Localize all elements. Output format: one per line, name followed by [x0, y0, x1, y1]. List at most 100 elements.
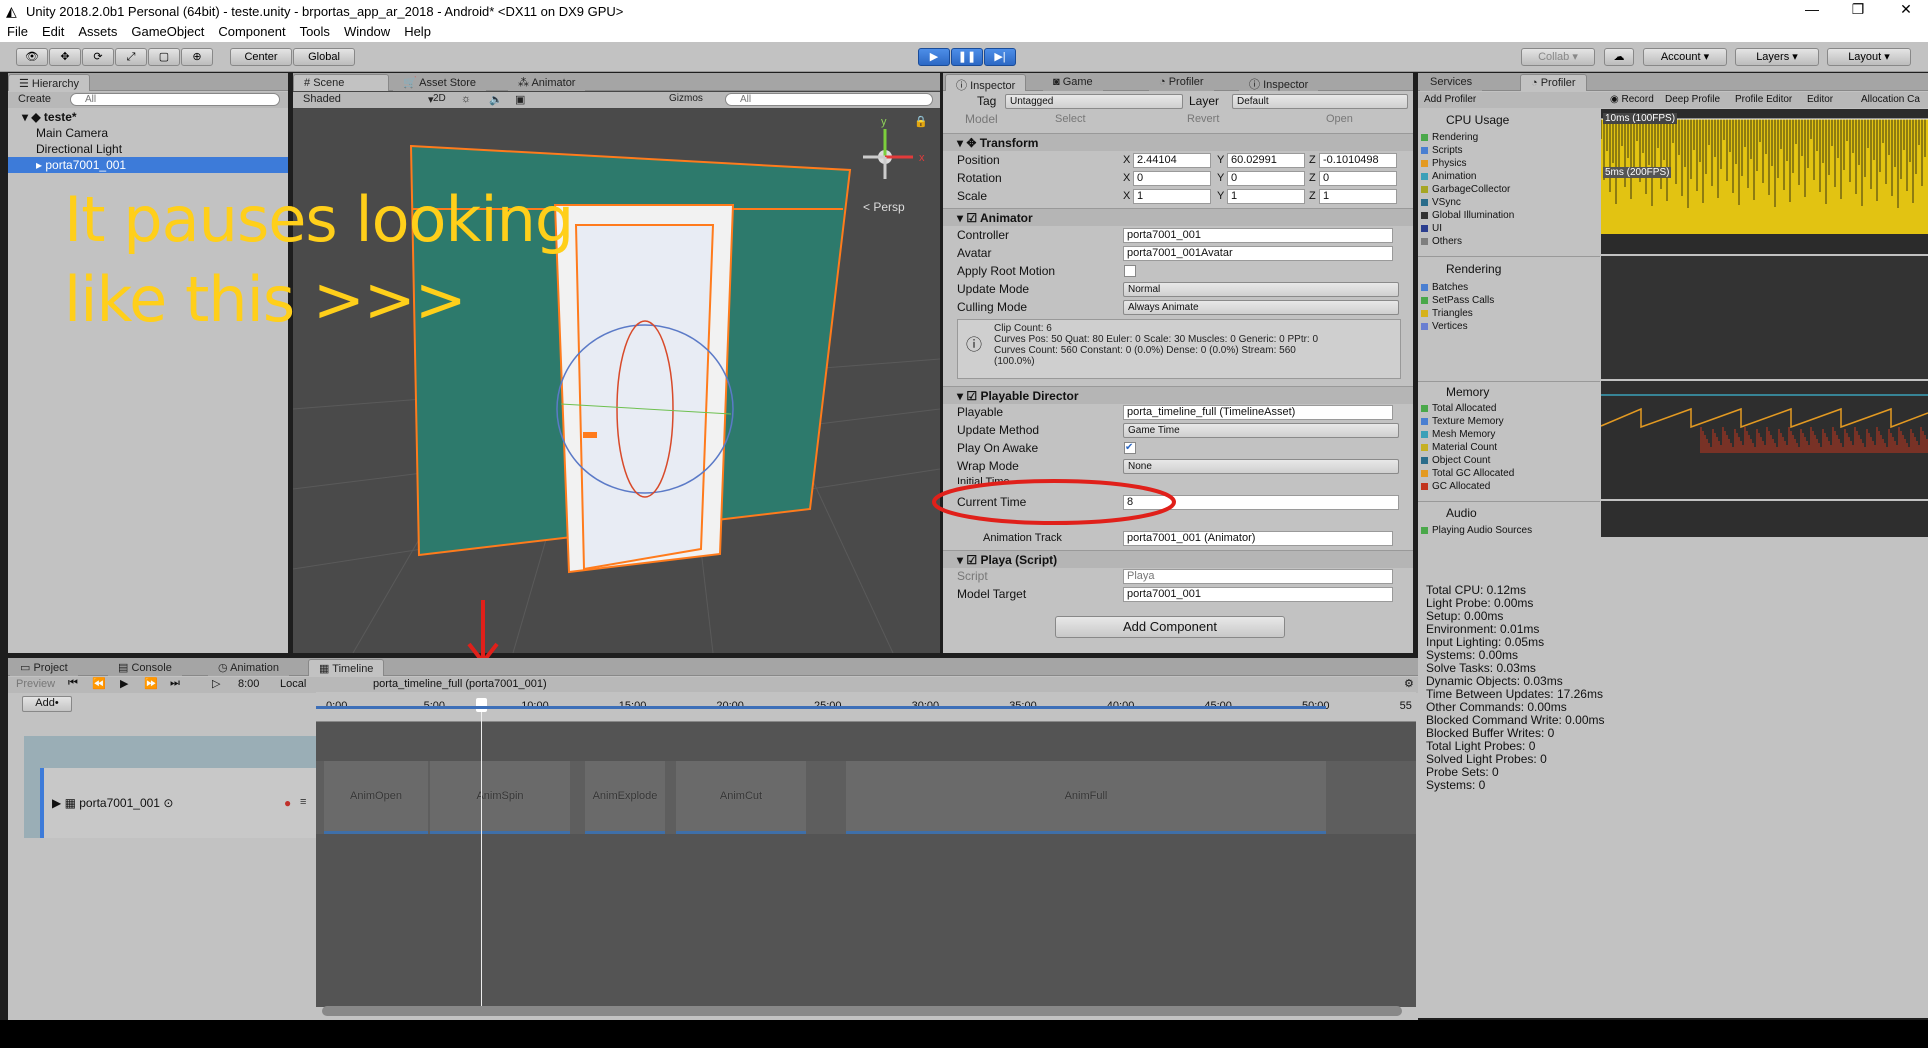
- step-button[interactable]: ▶|: [984, 48, 1016, 66]
- shading-dropdown[interactable]: Shaded: [303, 93, 341, 105]
- mode-2d-toggle[interactable]: 2D: [433, 93, 446, 104]
- cpu-ui[interactable]: UI: [1418, 222, 1600, 235]
- render-batches[interactable]: Batches: [1418, 281, 1600, 294]
- render-setpass[interactable]: SetPass Calls: [1418, 294, 1600, 307]
- rotate-tool-icon[interactable]: ⟳: [82, 48, 114, 66]
- playhead-handle[interactable]: [476, 698, 487, 712]
- layers-dropdown[interactable]: Layers ▾: [1735, 48, 1819, 66]
- tab-game[interactable]: ◙ Game: [1043, 74, 1103, 91]
- menu-component[interactable]: Component: [211, 22, 292, 42]
- mem-object-count[interactable]: Object Count: [1418, 454, 1600, 467]
- go-to-start-icon[interactable]: ⏮: [68, 677, 78, 690]
- cpu-others[interactable]: Others: [1418, 235, 1600, 248]
- hierarchy-search-input[interactable]: [70, 93, 280, 106]
- script-field[interactable]: Playa: [1123, 569, 1393, 584]
- model-revert-button[interactable]: Revert: [1187, 111, 1219, 127]
- transform-header[interactable]: ▾ ✥ Transform: [943, 133, 1413, 151]
- menu-assets[interactable]: Assets: [71, 22, 124, 42]
- tab-inspector[interactable]: ⓘ Inspector: [945, 74, 1027, 92]
- rect-tool-icon[interactable]: ▢: [148, 48, 180, 66]
- hierarchy-item-directional-light[interactable]: Directional Light: [8, 141, 288, 157]
- rotation-x-field[interactable]: 0: [1133, 171, 1211, 186]
- play-range-icon[interactable]: ▷: [212, 677, 220, 690]
- render-vertices[interactable]: Vertices: [1418, 320, 1600, 333]
- timeline-asset-breadcrumb[interactable]: porta_timeline_full (porta7001_001): [373, 678, 547, 690]
- cpu-rendering[interactable]: Rendering: [1418, 131, 1600, 144]
- add-track-button[interactable]: Add•: [22, 696, 72, 712]
- tab-profiler[interactable]: ◔ Profiler: [1149, 74, 1214, 91]
- scale-z-field[interactable]: 1: [1319, 189, 1397, 204]
- account-dropdown[interactable]: Account ▾: [1643, 48, 1727, 66]
- play-on-awake-checkbox[interactable]: ✔: [1124, 442, 1136, 454]
- timeline-scrollbar[interactable]: [322, 1006, 1402, 1016]
- lock-icon[interactable]: 🔒: [914, 115, 928, 128]
- menu-edit[interactable]: Edit: [35, 22, 71, 42]
- cpu-vsync[interactable]: VSync: [1418, 196, 1600, 209]
- tab-scene[interactable]: # Scene: [293, 74, 389, 91]
- tab-hierarchy[interactable]: ☰ Hierarchy: [8, 74, 90, 91]
- pivot-global-button[interactable]: Global: [293, 48, 355, 66]
- cpu-scripts[interactable]: Scripts: [1418, 144, 1600, 157]
- scale-tool-icon[interactable]: ⤢: [115, 48, 147, 66]
- create-button[interactable]: Create: [18, 93, 51, 105]
- audio-toggle-icon[interactable]: 🔈: [489, 93, 503, 106]
- minimize-button[interactable]: —: [1792, 1, 1832, 17]
- scene-persp-label[interactable]: < Persp: [863, 200, 905, 214]
- avatar-field[interactable]: porta7001_001Avatar: [1123, 246, 1393, 261]
- lighting-toggle-icon[interactable]: ☼: [461, 93, 471, 105]
- timeline-clip[interactable]: AnimCut: [676, 761, 806, 834]
- mem-total-allocated[interactable]: Total Allocated: [1418, 402, 1600, 415]
- playa-script-header[interactable]: ▾ ☑ Playa (Script): [943, 550, 1413, 568]
- collab-button[interactable]: Collab ▾: [1521, 48, 1595, 66]
- editor-dropdown[interactable]: Editor: [1807, 94, 1833, 105]
- hierarchy-item-main-camera[interactable]: Main Camera: [8, 125, 288, 141]
- tab-profiler-main[interactable]: ◔ Profiler: [1520, 74, 1587, 91]
- tab-services[interactable]: Services: [1420, 74, 1483, 91]
- model-open-button[interactable]: Open: [1326, 111, 1353, 127]
- menu-help[interactable]: Help: [397, 22, 438, 42]
- play-timeline-icon[interactable]: ▶: [120, 677, 128, 690]
- tab-asset-store[interactable]: 🛒 Asset Store: [393, 74, 487, 91]
- rendering-title[interactable]: Rendering: [1418, 257, 1600, 281]
- memory-title[interactable]: Memory: [1418, 382, 1600, 402]
- rotation-y-field[interactable]: 0: [1227, 171, 1305, 186]
- move-tool-icon[interactable]: ✥: [49, 48, 81, 66]
- position-y-field[interactable]: 60.02991: [1227, 153, 1305, 168]
- mem-material-count[interactable]: Material Count: [1418, 441, 1600, 454]
- gizmos-dropdown[interactable]: Gizmos: [669, 93, 703, 104]
- timeline-clip[interactable]: AnimFull: [846, 761, 1326, 834]
- deep-profile-button[interactable]: Deep Profile: [1665, 94, 1720, 105]
- restore-button[interactable]: ❐: [1838, 1, 1878, 18]
- animation-track-header[interactable]: ▶ ▦ porta7001_001 ⊙ ● ≡: [40, 768, 316, 838]
- allocation-callstacks-button[interactable]: Allocation Ca: [1861, 94, 1920, 105]
- animation-track-field[interactable]: porta7001_001 (Animator): [1123, 531, 1393, 546]
- record-track-icon[interactable]: ●: [284, 796, 291, 810]
- cpu-animation[interactable]: Animation: [1418, 170, 1600, 183]
- tab-animator[interactable]: ⁂ Animator: [508, 74, 586, 91]
- apply-root-motion-checkbox[interactable]: [1124, 265, 1136, 277]
- culling-mode-dropdown[interactable]: Always Animate: [1123, 300, 1399, 315]
- menu-tools[interactable]: Tools: [293, 22, 337, 42]
- cpu-usage-graph[interactable]: 10ms (100FPS) 5ms (200FPS): [1600, 109, 1928, 254]
- audio-title[interactable]: Audio: [1418, 502, 1600, 524]
- close-button[interactable]: ✕: [1886, 1, 1926, 18]
- menu-window[interactable]: Window: [337, 22, 397, 42]
- timeline-clip[interactable]: AnimSpin: [430, 761, 570, 834]
- position-x-field[interactable]: 2.44104: [1133, 153, 1211, 168]
- layer-dropdown[interactable]: Default: [1232, 94, 1408, 109]
- track-menu-icon[interactable]: ≡: [300, 796, 306, 808]
- cpu-usage-title[interactable]: CPU Usage: [1418, 109, 1600, 131]
- controller-field[interactable]: porta7001_001: [1123, 228, 1393, 243]
- mem-mesh[interactable]: Mesh Memory: [1418, 428, 1600, 441]
- update-mode-dropdown[interactable]: Normal: [1123, 282, 1399, 297]
- animator-header[interactable]: ▾ ☑ Animator: [943, 208, 1413, 226]
- hand-tool-icon[interactable]: 👁: [16, 48, 48, 66]
- audio-graph[interactable]: [1601, 501, 1928, 537]
- cloud-icon[interactable]: ☁: [1604, 48, 1634, 66]
- timeline-clip[interactable]: AnimOpen: [324, 761, 428, 834]
- mem-total-gc[interactable]: Total GC Allocated: [1418, 467, 1600, 480]
- pause-button[interactable]: ❚❚: [951, 48, 983, 66]
- rendering-graph[interactable]: [1601, 256, 1928, 379]
- menu-file[interactable]: File: [0, 22, 35, 42]
- local-toggle[interactable]: Local: [280, 678, 306, 690]
